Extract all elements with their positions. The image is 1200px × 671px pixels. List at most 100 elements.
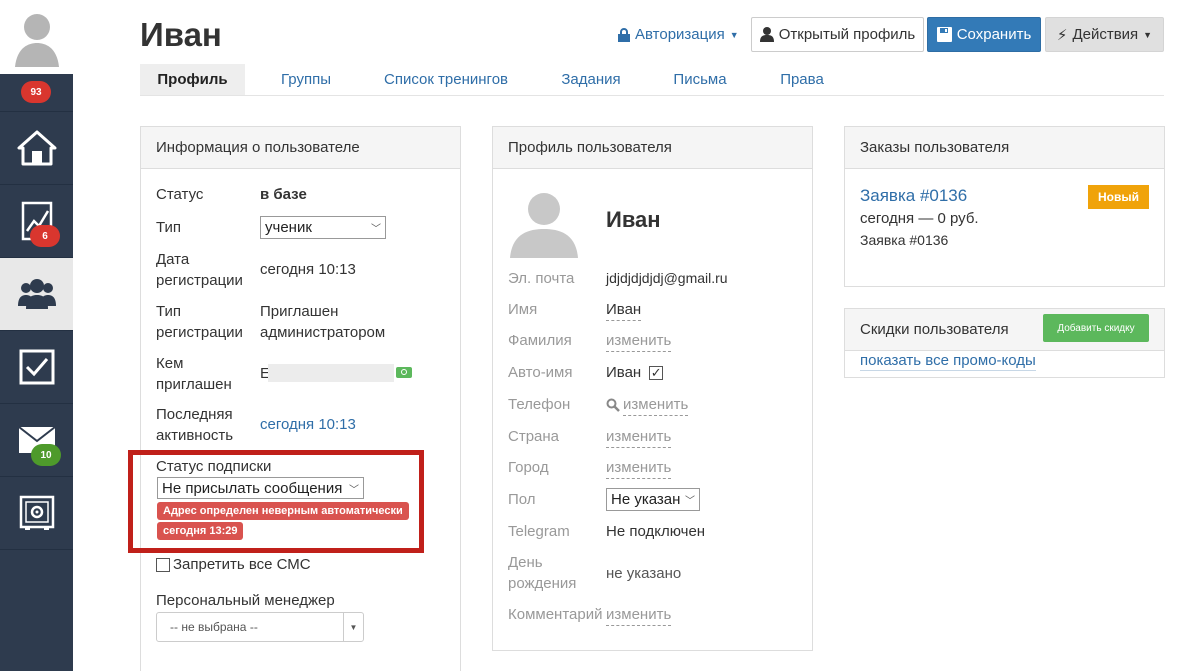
user-avatar-icon: [10, 7, 63, 67]
sidebar-item-messages[interactable]: [0, 404, 73, 476]
auto-name-checkbox[interactable]: [649, 365, 664, 380]
status-label: Статус: [156, 186, 204, 203]
status-value: в базе: [260, 186, 307, 203]
auth-label: Авторизация: [635, 26, 725, 43]
highlight-frame: [128, 450, 424, 553]
phone-row: изменить: [606, 394, 689, 416]
gender-label: Пол: [508, 491, 536, 508]
sidebar-item-home[interactable]: [0, 112, 73, 184]
user-info-title: Информация о пользователе: [141, 127, 460, 169]
caret-down-icon: ▼: [343, 613, 363, 641]
home-icon: [17, 130, 56, 166]
orders-title: Заказы пользователя: [845, 127, 1164, 169]
reg-date-value: сегодня 10:13: [260, 261, 356, 278]
bolt-icon: ⚡: [1056, 26, 1068, 44]
money-icon: [396, 367, 412, 378]
city-edit-link[interactable]: изменить: [606, 457, 672, 479]
lock-icon: [618, 27, 630, 42]
sidebar: 93 6 10: [0, 0, 73, 671]
notification-badge: 93: [21, 81, 51, 103]
user-avatar-icon: [508, 186, 580, 258]
birthday-label: День рождения: [508, 554, 577, 592]
tab-tasks[interactable]: Задания: [550, 64, 632, 95]
add-discount-button[interactable]: Добавить скидку: [1043, 314, 1149, 342]
last-name-edit-link[interactable]: изменить: [606, 330, 672, 352]
tab-trainings[interactable]: Список тренингов: [380, 64, 512, 95]
order-status-badge: Новый: [1088, 185, 1149, 209]
type-label: Тип: [156, 219, 182, 236]
sms-checkbox[interactable]: [156, 557, 170, 572]
invited-by-label: Кем приглашен: [156, 355, 232, 393]
users-icon: [17, 279, 56, 309]
tab-profile[interactable]: Профиль: [140, 64, 245, 95]
safe-gear-icon: [19, 495, 54, 530]
chevron-down-icon: ﹀: [685, 496, 695, 507]
reg-date-label: Дата регистрации: [156, 251, 243, 289]
sms-label: Запретить все СМС: [173, 556, 311, 573]
birthday-value[interactable]: не указано: [606, 563, 681, 584]
profile-title: Профиль пользователя: [493, 127, 812, 169]
promo-codes-link[interactable]: показать все промо-коды: [860, 351, 1036, 371]
actions-dropdown[interactable]: ⚡ Действия ▼: [1045, 17, 1164, 52]
telegram-label: Telegram: [508, 523, 570, 540]
country-label: Страна: [508, 428, 560, 445]
reg-type-value: Приглашен администратором: [260, 303, 386, 341]
save-label: Сохранить: [956, 26, 1032, 43]
manager-label: Персональный менеджер: [156, 592, 335, 609]
reg-type-label: Тип регистрации: [156, 303, 243, 341]
floppy-icon: [936, 27, 952, 42]
search-icon[interactable]: [606, 398, 620, 412]
tab-groups[interactable]: Группы: [266, 64, 346, 95]
auto-name-label: Авто-имя: [508, 364, 573, 381]
chevron-down-icon: ﹀: [371, 224, 381, 235]
sidebar-item-tasks[interactable]: [0, 331, 73, 403]
manager-select[interactable]: -- не выбрана -- ▼: [156, 612, 364, 642]
phone-edit-link[interactable]: изменить: [623, 394, 689, 416]
order-name: Заявка #0136: [860, 232, 949, 248]
stats-badge: 6: [30, 225, 60, 247]
messages-badge: 10: [31, 444, 61, 466]
type-select-value: ученик: [265, 219, 312, 236]
last-name-label: Фамилия: [508, 332, 572, 349]
first-name-value[interactable]: Иван: [606, 299, 642, 321]
profile-name: Иван: [606, 207, 661, 232]
open-profile-button[interactable]: Открытый профиль: [751, 17, 924, 52]
sidebar-item-settings[interactable]: [0, 477, 73, 549]
page-title: Иван: [140, 16, 222, 53]
user-icon: [759, 27, 774, 42]
gender-select[interactable]: Не указан ﹀: [606, 488, 700, 511]
order-link[interactable]: Заявка #0136: [860, 186, 967, 206]
email-label: Эл. почта: [508, 270, 575, 287]
gender-select-value: Не указан: [611, 491, 681, 508]
city-label: Город: [508, 459, 549, 476]
comment-edit-link[interactable]: изменить: [606, 604, 672, 626]
type-select[interactable]: ученик ﹀: [260, 216, 386, 239]
auto-name-value: Иван: [606, 364, 642, 381]
first-name-label: Имя: [508, 301, 538, 318]
tab-rights[interactable]: Права: [772, 64, 832, 95]
checkbox-icon: [19, 349, 54, 385]
save-button[interactable]: Сохранить: [927, 17, 1041, 52]
telegram-value: Не подключен: [606, 523, 706, 540]
sidebar-item-users[interactable]: [0, 258, 73, 330]
phone-label: Телефон: [508, 396, 571, 413]
blurred-name: [268, 364, 394, 382]
auto-name-row: Иван: [606, 362, 664, 383]
comment-label: Комментарий: [508, 606, 603, 623]
country-edit-link[interactable]: изменить: [606, 426, 672, 448]
tab-letters[interactable]: Письма: [666, 64, 734, 95]
last-activity-label: Последняя активность: [156, 406, 234, 444]
manager-select-value: -- не выбрана --: [170, 620, 258, 634]
caret-down-icon: ▼: [1143, 29, 1153, 40]
tab-bar: Профиль Группы Список тренингов Задания …: [140, 64, 1164, 96]
sms-checkbox-row[interactable]: Запретить все СМС: [156, 554, 311, 575]
order-sum: сегодня — 0 руб.: [860, 210, 979, 227]
open-profile-label: Открытый профиль: [778, 26, 916, 43]
profile-avatar[interactable]: [508, 186, 580, 258]
email-value: jdjdjdjdjdj@gmail.ru: [606, 270, 728, 286]
sidebar-item-avatar[interactable]: [0, 0, 73, 74]
caret-down-icon: ▼: [729, 29, 739, 40]
actions-label: Действия: [1072, 26, 1139, 43]
last-activity-value[interactable]: сегодня 10:13: [260, 414, 356, 435]
auth-dropdown[interactable]: Авторизация ▼: [618, 26, 739, 43]
